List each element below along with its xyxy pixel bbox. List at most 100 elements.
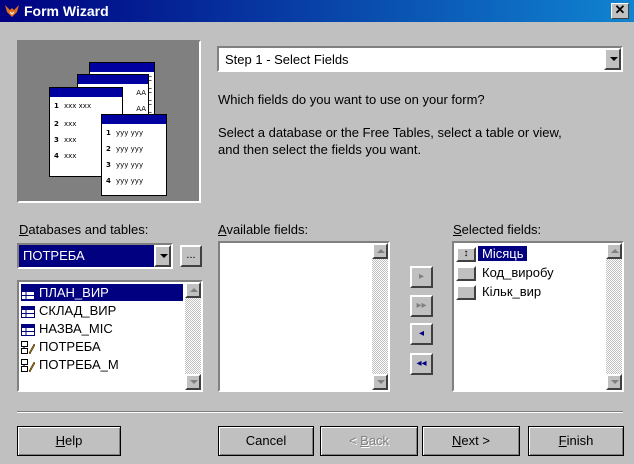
- step-dropdown-value: Step 1 - Select Fields: [225, 52, 349, 67]
- selected-label-accesskey: S: [453, 222, 462, 237]
- preview-text: yyy yyy: [116, 129, 144, 137]
- cancel-button[interactable]: Cancel: [218, 426, 314, 456]
- finish-accesskey: F: [558, 433, 567, 448]
- available-scrollbar[interactable]: [372, 243, 388, 390]
- preview-text: xxx: [64, 136, 77, 144]
- chevron-down-icon: [610, 57, 618, 61]
- form-preview-image: C C C C AA AA 1 xxx xxx 2 xxx 3 xxx 4 xx…: [17, 40, 201, 203]
- preview-text: xxx xxx: [64, 102, 92, 110]
- list-item-label: ПЛАН_ВИР: [39, 285, 109, 300]
- help-accesskey: H: [55, 433, 66, 448]
- instruction-question: Which fields do you want to use on your …: [218, 92, 485, 107]
- preview-text: xxx: [64, 120, 77, 128]
- preview-text: yyy yyy: [116, 177, 144, 185]
- database-dropdown-arrow-button[interactable]: [154, 245, 171, 267]
- tables-listbox[interactable]: ПЛАН_ВИР СКЛАД_ВИР НАЗВА_МІС ПОТРЕБА ПОТ…: [17, 280, 203, 392]
- drag-handle-icon[interactable]: [456, 285, 476, 301]
- view-icon: [21, 359, 35, 373]
- database-dropdown-value: ПОТРЕБА: [23, 248, 85, 263]
- list-item[interactable]: ПОТРЕБА_М: [21, 356, 119, 373]
- databases-label-accesskey: D: [19, 222, 29, 237]
- preview-text: 3: [106, 161, 111, 169]
- preview-text: AA: [136, 89, 146, 97]
- table-icon: [21, 287, 35, 300]
- database-dropdown[interactable]: ПОТРЕБА: [17, 243, 173, 269]
- table-icon: [21, 305, 35, 318]
- scroll-down-button[interactable]: [606, 374, 622, 390]
- preview-text: 4: [106, 177, 111, 185]
- list-item-label: НАЗВА_МІС: [39, 321, 113, 336]
- list-item[interactable]: ПОТРЕБА: [21, 338, 101, 355]
- back-accesskey: B: [360, 433, 369, 448]
- remove-all-fields-button[interactable]: ◂◂: [410, 353, 433, 375]
- browse-database-button[interactable]: ...: [180, 245, 202, 267]
- databases-label-text: atabases and tables:: [28, 222, 149, 237]
- preview-text: 2: [106, 145, 111, 153]
- selected-fields-label: Selected fields:: [453, 222, 541, 237]
- chevron-down-icon: [377, 380, 385, 384]
- help-label: elp: [65, 433, 83, 448]
- remove-field-button[interactable]: ◂: [410, 323, 433, 345]
- drag-handle-icon[interactable]: ↕: [456, 247, 476, 263]
- scroll-down-button[interactable]: [372, 374, 388, 390]
- step-dropdown-arrow-button[interactable]: [604, 48, 621, 70]
- list-item-label: Код_виробу: [482, 265, 554, 280]
- add-all-fields-button[interactable]: ▸▸: [410, 295, 433, 317]
- databases-label: Databases and tables:: [19, 222, 148, 237]
- available-fields-listbox[interactable]: [218, 241, 390, 392]
- close-button[interactable]: ✕: [611, 3, 629, 19]
- list-item-label: Кільк_вир: [482, 284, 542, 299]
- preview-text: 1: [54, 102, 59, 110]
- chevron-down-icon: [160, 254, 168, 258]
- preview-right-card: 1 yyy yyy 2 yyy yyy 3 yyy yyy 4 yyy yyy: [101, 114, 167, 196]
- preview-text: 1: [106, 129, 111, 137]
- selected-scrollbar[interactable]: [606, 243, 622, 390]
- chevron-up-icon: [377, 249, 385, 253]
- list-item[interactable]: ПЛАН_ВИР: [21, 284, 183, 301]
- instruction-line-2: and then select the fields you want.: [218, 142, 422, 157]
- table-icon: [21, 323, 35, 336]
- back-label-prefix: <: [348, 433, 361, 448]
- chevron-up-icon: [190, 288, 198, 292]
- fox-app-icon: [5, 5, 19, 17]
- scroll-up-button[interactable]: [606, 243, 622, 259]
- chevron-up-icon: [611, 249, 619, 253]
- preview-text: 4: [54, 152, 59, 160]
- next-label: ext >: [461, 433, 490, 448]
- drag-handle-icon[interactable]: [456, 266, 476, 282]
- list-item[interactable]: ↕ Місяць: [456, 245, 528, 263]
- finish-label: inish: [566, 433, 594, 448]
- view-icon: [21, 341, 35, 355]
- selected-fields-listbox[interactable]: ↕ Місяць Код_виробу Кільк_вир: [452, 241, 624, 392]
- preview-text: AA: [136, 105, 146, 113]
- chevron-down-icon: [611, 380, 619, 384]
- list-item[interactable]: Кільк_вир: [456, 283, 545, 301]
- list-item[interactable]: СКЛАД_ВИР: [21, 302, 116, 319]
- finish-button[interactable]: Finish: [528, 426, 624, 456]
- list-item[interactable]: НАЗВА_МІС: [21, 320, 113, 337]
- tables-scrollbar[interactable]: [185, 282, 201, 390]
- available-fields-label: Available fields:: [218, 222, 308, 237]
- list-item-label: Місяць: [478, 246, 528, 261]
- scroll-down-button[interactable]: [185, 374, 201, 390]
- list-item-label: ПОТРЕБА: [39, 339, 101, 354]
- scroll-up-button[interactable]: [372, 243, 388, 259]
- back-button[interactable]: < Back: [320, 426, 418, 456]
- list-item-label: ПОТРЕБА_М: [39, 357, 119, 372]
- instruction-line-1: Select a database or the Free Tables, se…: [218, 125, 562, 140]
- preview-text: xxx: [64, 152, 77, 160]
- separator: [17, 411, 623, 413]
- add-field-button[interactable]: ▸: [410, 266, 433, 288]
- next-button[interactable]: Next >: [422, 426, 520, 456]
- preview-text: 3: [54, 136, 59, 144]
- available-label-text: vailable fields:: [226, 222, 309, 237]
- window-title: Form Wizard: [24, 3, 109, 19]
- next-accesskey: N: [452, 433, 462, 448]
- help-button[interactable]: Help: [17, 426, 121, 456]
- back-label: ack: [368, 433, 390, 448]
- scroll-up-button[interactable]: [185, 282, 201, 298]
- selected-label-text: elected fields:: [461, 222, 542, 237]
- list-item[interactable]: Код_виробу: [456, 264, 558, 282]
- step-dropdown[interactable]: Step 1 - Select Fields: [217, 46, 623, 72]
- chevron-down-icon: [190, 380, 198, 384]
